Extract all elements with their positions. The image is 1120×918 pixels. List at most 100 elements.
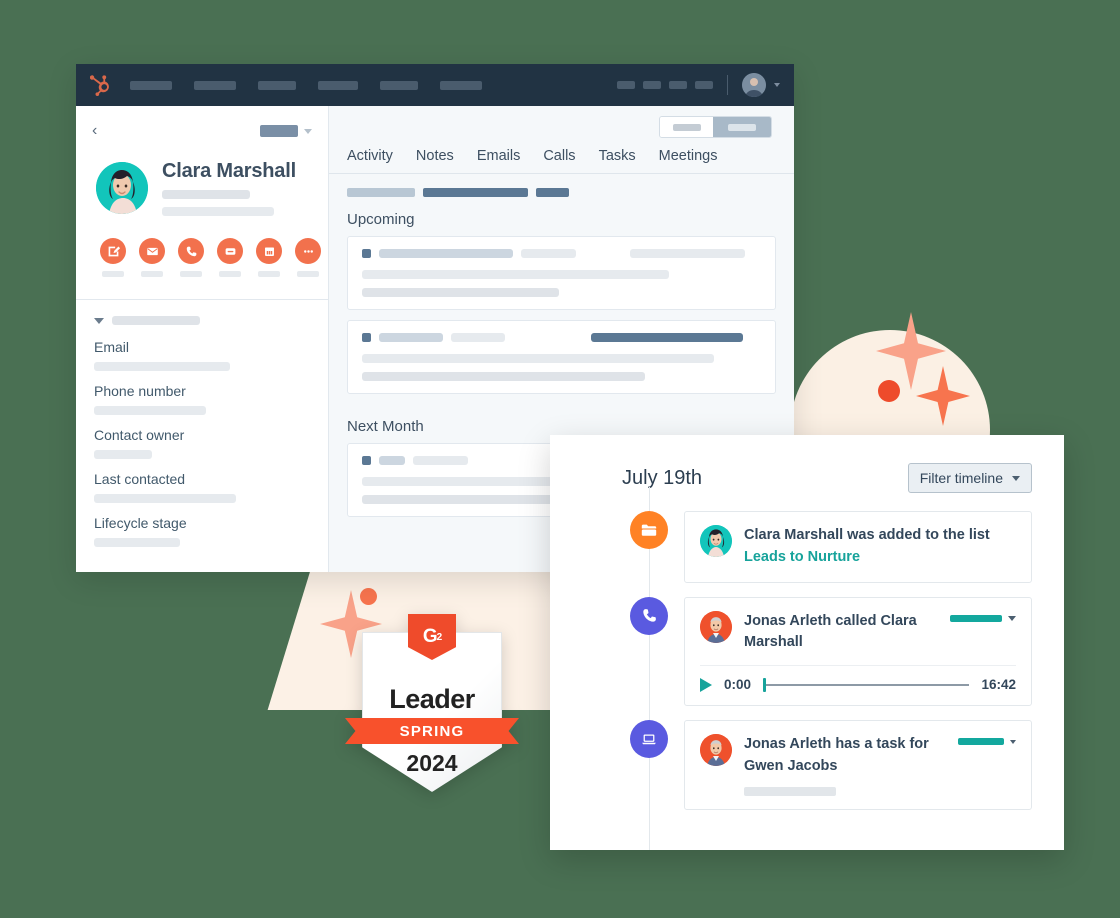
timeline-item: Jonas Arleth has a task for Gwen Jacobs [622, 720, 1032, 810]
actions-button[interactable] [260, 125, 298, 137]
property-value-placeholder[interactable] [94, 450, 152, 459]
tab-emails[interactable]: Emails [477, 148, 521, 173]
more-action[interactable] [295, 238, 321, 277]
nav-utility-icon[interactable] [695, 81, 713, 89]
section-title-upcoming: Upcoming [347, 211, 415, 228]
canvas: ‹ Clara Marshall Email Phone number Cont… [0, 0, 1120, 918]
timeline-card[interactable]: Jonas Arleth has a task for Gwen Jacobs [684, 720, 1032, 810]
nav-utility-icon[interactable] [643, 81, 661, 89]
call-action[interactable] [178, 238, 204, 277]
phone-icon[interactable] [178, 238, 204, 264]
activity-card-header [362, 333, 761, 342]
envelope-icon[interactable] [139, 238, 165, 264]
tab-activity[interactable]: Activity [347, 148, 393, 173]
activity-body-placeholder [362, 354, 714, 363]
activity-tag-placeholder [591, 333, 743, 342]
chevron-down-icon[interactable] [94, 317, 104, 324]
nav-item[interactable] [380, 80, 418, 90]
progress-handle[interactable] [763, 677, 767, 692]
note-edit-icon[interactable] [100, 238, 126, 264]
call-recording-player[interactable]: 0:00 16:42 [700, 665, 1016, 692]
jonas-avatar [700, 734, 732, 766]
email-action[interactable] [139, 238, 165, 277]
timeline-card-row: Clara Marshall was added to the list Lea… [700, 525, 1016, 569]
nav-item[interactable] [440, 80, 482, 90]
chevron-down-icon[interactable] [1012, 475, 1020, 481]
view-toggle-option-right[interactable] [713, 117, 771, 137]
timeline-item: Clara Marshall was added to the list Lea… [622, 511, 1032, 583]
note-action[interactable] [100, 238, 126, 277]
activity-card[interactable] [347, 236, 776, 310]
filter-chip[interactable] [347, 188, 415, 197]
log-icon[interactable] [217, 238, 243, 264]
contact-name: Clara Marshall [162, 160, 296, 182]
sidebar-actions [260, 125, 312, 137]
chevron-down-icon[interactable] [774, 83, 780, 87]
nav-item[interactable] [194, 80, 236, 90]
activity-card-header [362, 249, 761, 258]
nav-utility-icon[interactable] [669, 81, 687, 89]
status-badge [950, 614, 1002, 622]
chevron-left-icon[interactable]: ‹ [92, 123, 97, 139]
action-label-placeholder [141, 271, 163, 277]
list-link[interactable]: Leads to Nurture [744, 549, 860, 565]
tab-meetings[interactable]: Meetings [659, 148, 718, 173]
chevron-down-icon[interactable] [1008, 615, 1016, 621]
nav-item[interactable] [130, 80, 172, 90]
property-value-placeholder[interactable] [94, 406, 206, 415]
property-value-placeholder[interactable] [94, 538, 180, 547]
chevron-down-icon[interactable] [304, 128, 312, 134]
property-phone: Phone number [94, 383, 310, 415]
chevron-down-icon[interactable] [1010, 739, 1016, 744]
nav-item[interactable] [258, 80, 296, 90]
nav-item[interactable] [318, 80, 358, 90]
status-square [362, 333, 371, 342]
timeline-header: July 19th Filter timeline [550, 435, 1064, 503]
filter-timeline-button[interactable]: Filter timeline [907, 463, 1032, 493]
properties-collapse-row[interactable] [94, 316, 310, 325]
tab-calls[interactable]: Calls [543, 148, 575, 173]
property-value-placeholder[interactable] [94, 362, 230, 371]
timeline-card-row: Jonas Arleth has a task for Gwen Jacobs [700, 734, 1016, 796]
progress-track[interactable] [763, 677, 970, 692]
timeline-card[interactable]: Jonas Arleth called Clara Marshall 0:00 … [684, 596, 1032, 706]
sparkle-icon [916, 366, 970, 426]
user-avatar[interactable] [742, 73, 766, 97]
clara-avatar [700, 525, 732, 557]
current-time: 0:00 [724, 677, 752, 692]
timeline-card-status[interactable] [950, 611, 1016, 622]
status-square [362, 249, 371, 258]
tab-notes[interactable]: Notes [416, 148, 454, 173]
timeline-panel: July 19th Filter timeline Clara Marshall… [550, 435, 1064, 850]
view-toggle-option-left[interactable] [660, 117, 713, 137]
timeline-card-status[interactable] [958, 734, 1016, 745]
view-toggle[interactable] [659, 116, 772, 138]
divider [727, 75, 728, 95]
property-email: Email [94, 339, 310, 371]
contact-meta: Clara Marshall [162, 160, 308, 216]
log-action[interactable] [217, 238, 243, 277]
play-icon[interactable] [700, 677, 712, 692]
filter-timeline-label: Filter timeline [919, 470, 1003, 486]
calendar-icon[interactable] [256, 238, 282, 264]
timeline-card-body: Jonas Arleth has a task for Gwen Jacobs [744, 734, 946, 796]
nav-utility-icon[interactable] [617, 81, 635, 89]
timeline-card-message: Clara Marshall was added to the list [744, 527, 990, 543]
property-value-placeholder[interactable] [94, 494, 236, 503]
activity-card[interactable] [347, 320, 776, 394]
properties-title-placeholder [112, 316, 200, 325]
status-badge [958, 738, 1004, 745]
meeting-action[interactable] [256, 238, 282, 277]
filter-chip[interactable] [423, 188, 528, 197]
timeline-card[interactable]: Clara Marshall was added to the list Lea… [684, 511, 1032, 583]
hubspot-sprocket-icon[interactable] [90, 73, 112, 97]
activity-title-placeholder [379, 456, 405, 465]
filter-chip[interactable] [536, 188, 569, 197]
dot-decoration [878, 380, 900, 402]
jonas-avatar [700, 610, 732, 643]
activity-title-placeholder [379, 333, 443, 342]
sparkle-icon [876, 312, 946, 390]
tab-tasks[interactable]: Tasks [599, 148, 636, 173]
dot-decoration [360, 588, 377, 605]
ellipsis-icon[interactable] [295, 238, 321, 264]
